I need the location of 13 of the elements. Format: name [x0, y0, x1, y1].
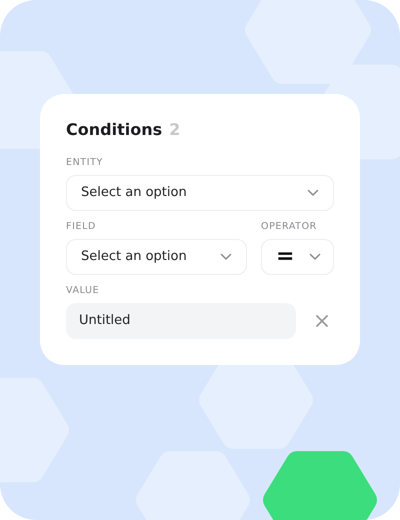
card-title: Conditions [66, 120, 162, 138]
operator-dropdown[interactable]: = [261, 238, 334, 274]
field-label: VALUE [66, 284, 100, 296]
select-dropdown[interactable]: Select an option [66, 174, 334, 210]
select-dropdown[interactable]: Select an option [66, 238, 247, 274]
close-icon [316, 314, 328, 326]
value-input[interactable]: Untitled [66, 302, 296, 338]
field-label: OPERATOR [261, 220, 318, 232]
chevron-down-icon [307, 188, 319, 196]
chevron-down-icon [220, 252, 232, 260]
field-label: ENTITY [66, 156, 104, 168]
chevron-down-icon [309, 252, 321, 260]
field-label: FIELD [66, 220, 97, 232]
